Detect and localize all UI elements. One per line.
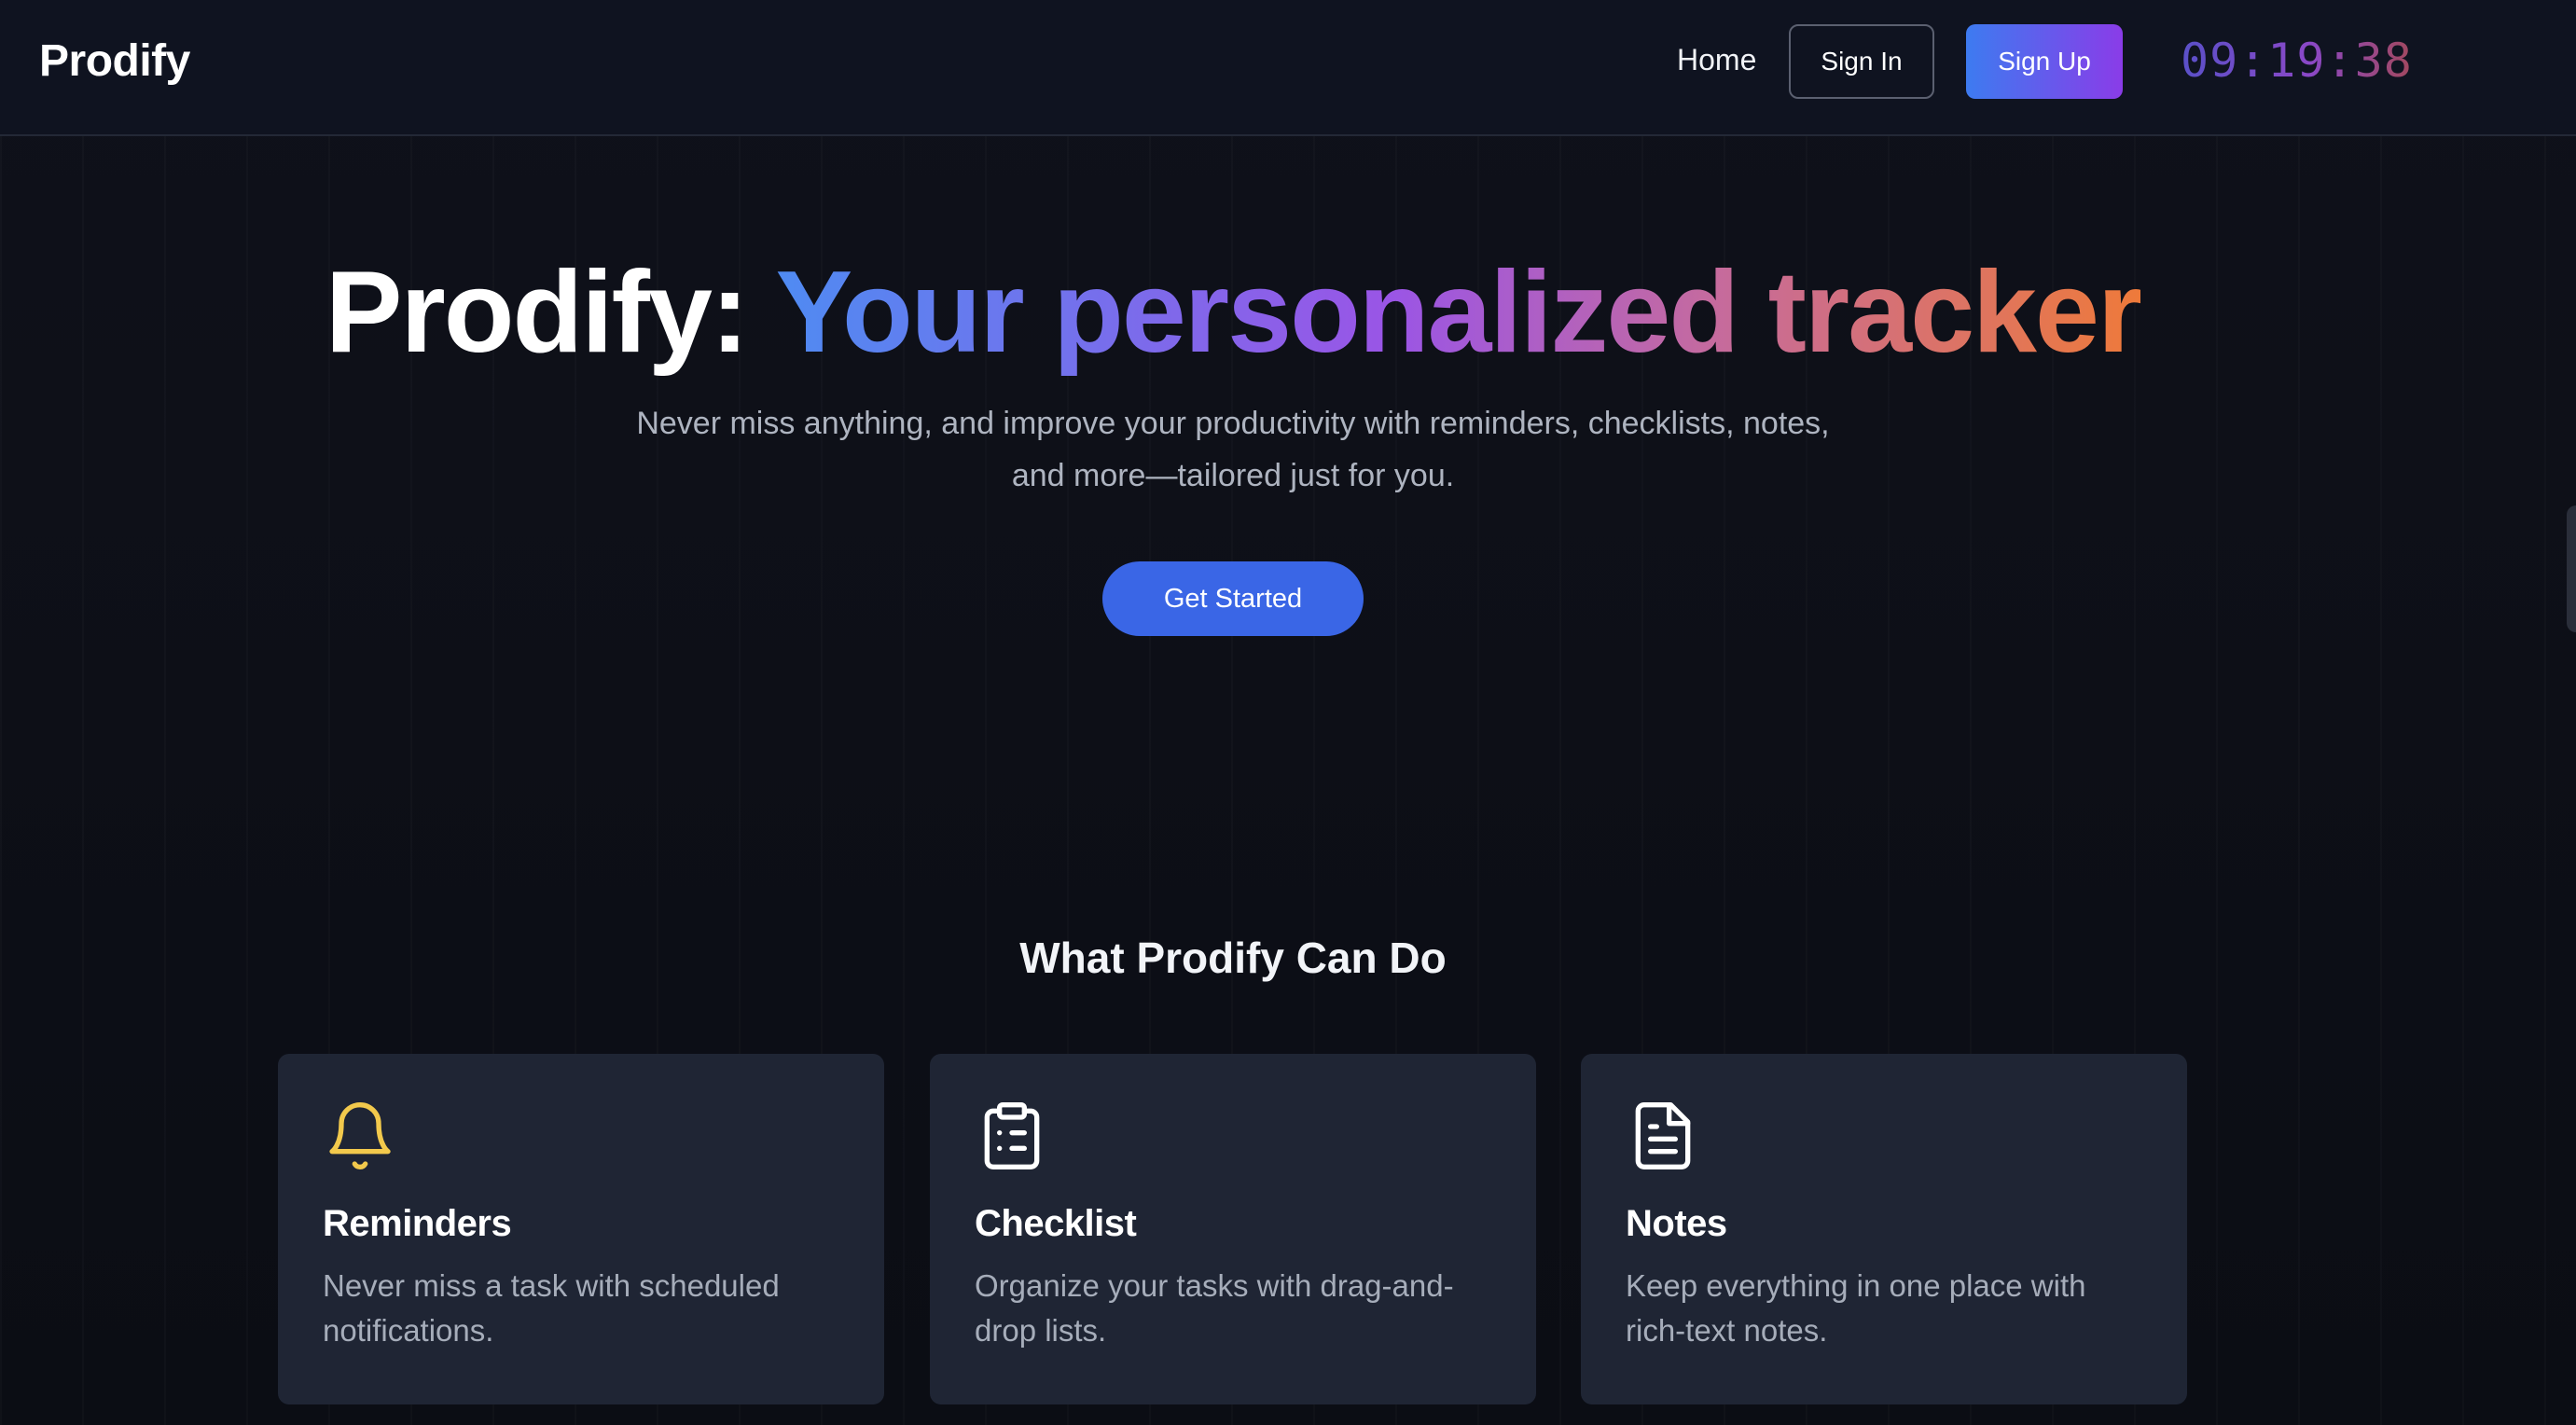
feature-title: Reminders — [323, 1203, 512, 1244]
sign-in-button[interactable]: Sign In — [1789, 24, 1934, 99]
feature-card-reminders: Reminders Never miss a task with schedul… — [278, 1054, 884, 1404]
bell-icon — [329, 1102, 391, 1169]
feature-card-notes: Notes Keep everything in one place with … — [1581, 1054, 2187, 1404]
feature-description: Never miss a task with scheduled notific… — [323, 1268, 780, 1348]
clock-display: 09:19:38 — [2181, 34, 2413, 88]
brand-logo[interactable]: Prodify — [39, 35, 190, 87]
hero-subtitle: Never miss anything, and improve your pr… — [636, 406, 1830, 493]
feature-description: Keep everything in one place with rich-t… — [1626, 1268, 2086, 1348]
feature-title: Checklist — [975, 1203, 1137, 1244]
nav-home-link[interactable]: Home — [1677, 43, 1756, 77]
hero-title-highlight: Your personalized tracker — [775, 248, 2142, 377]
document-icon — [1635, 1102, 1691, 1169]
get-started-button[interactable]: Get Started — [1102, 561, 1364, 636]
features-heading: What Prodify Can Do — [1019, 934, 1447, 982]
sign-up-button[interactable]: Sign Up — [1966, 24, 2123, 99]
clipboard-list-icon — [984, 1102, 1040, 1169]
landing-page: Prodify Home Sign In Sign Up 09:19:38 Pr… — [0, 0, 2576, 1425]
hero-title: Prodify: Your personalized tracker — [0, 252, 2466, 373]
feature-description: Organize your tasks with drag-and-drop l… — [975, 1268, 1454, 1348]
hero-title-brand: Prodify: — [325, 248, 776, 377]
feature-title: Notes — [1626, 1203, 1727, 1244]
feature-card-checklist: Checklist Organize your tasks with drag-… — [930, 1054, 1536, 1404]
navbar: Prodify Home Sign In Sign Up 09:19:38 — [0, 0, 2576, 136]
side-panel-handle[interactable] — [2567, 505, 2576, 632]
